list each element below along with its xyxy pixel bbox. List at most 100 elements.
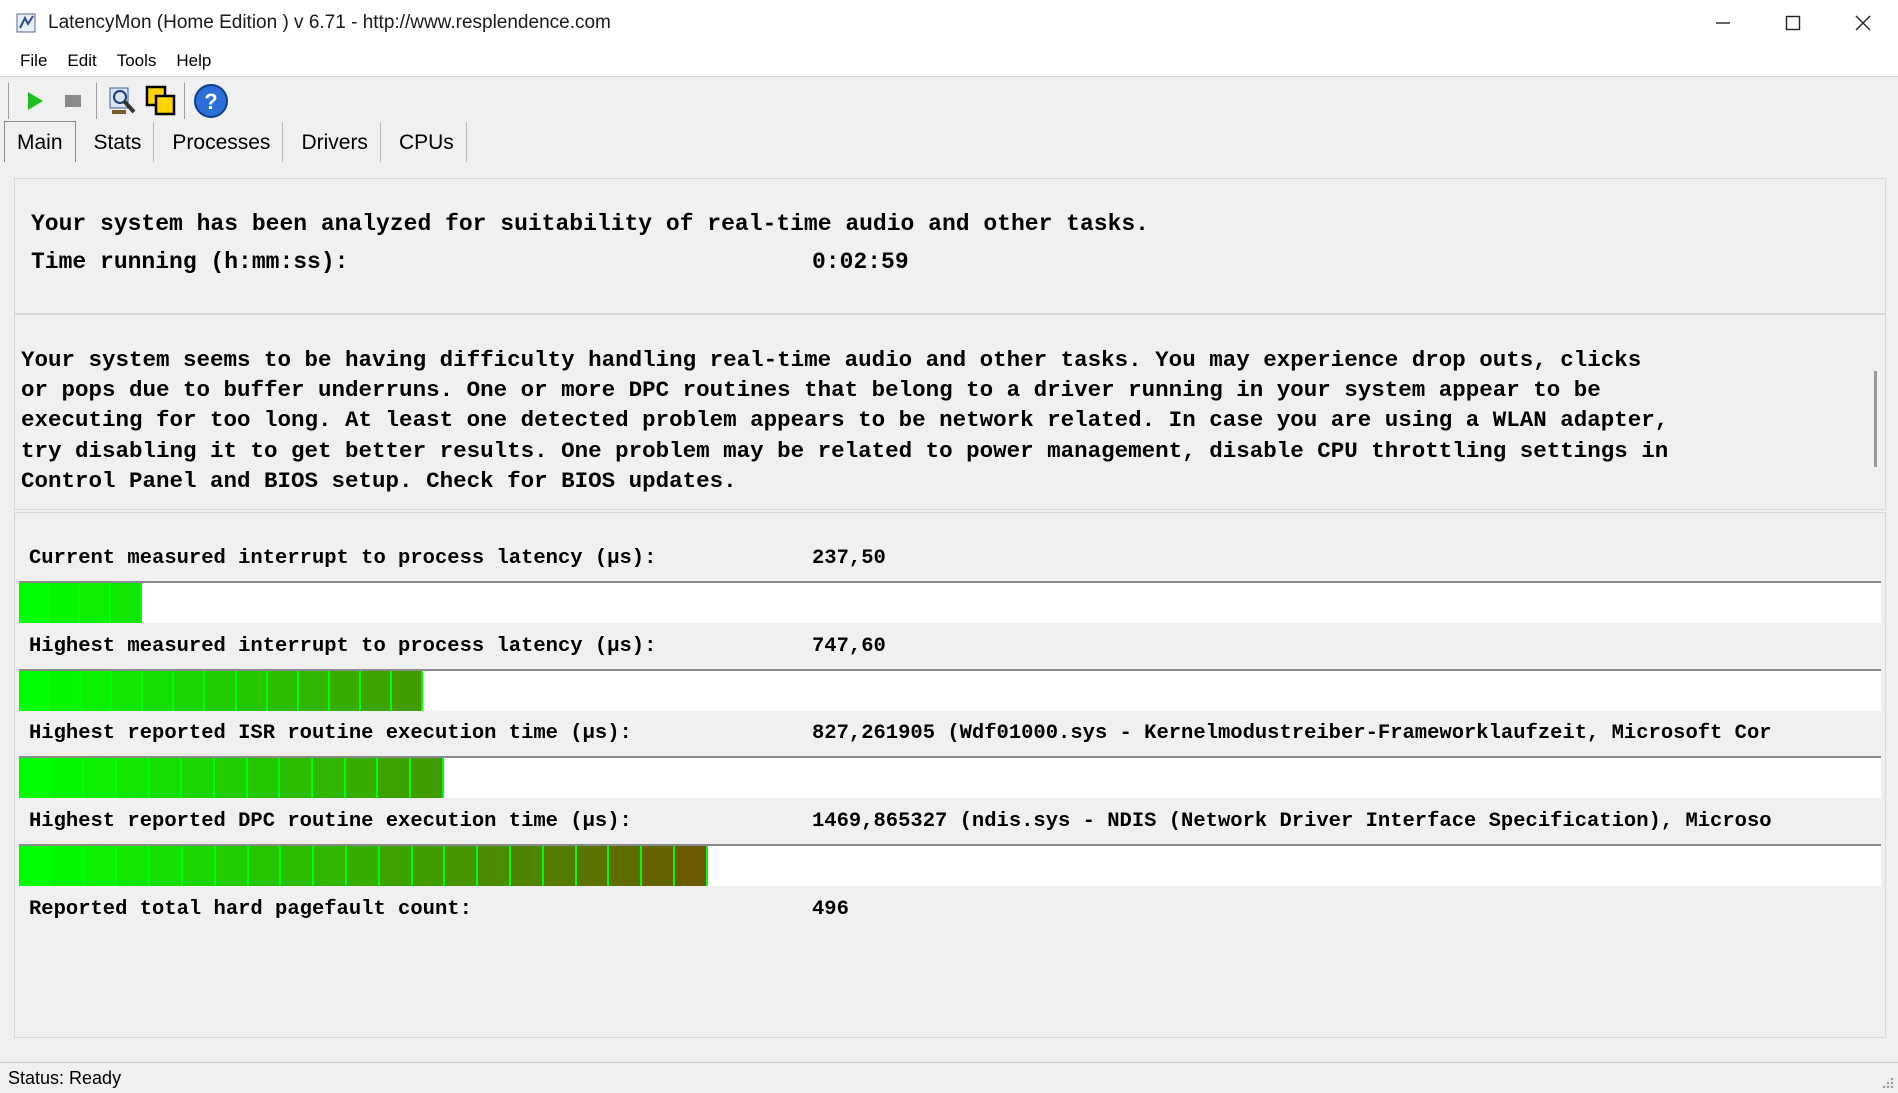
toolbar: ? bbox=[0, 78, 230, 124]
bar-fill bbox=[19, 583, 142, 623]
bar-segment bbox=[143, 671, 175, 711]
bar-segment bbox=[345, 758, 379, 798]
toolbar-separator bbox=[8, 83, 12, 119]
isr-time-label: Highest reported ISR routine execution t… bbox=[29, 722, 632, 745]
minimize-button[interactable] bbox=[1688, 0, 1758, 46]
bar-segment bbox=[312, 758, 346, 798]
resize-grip-icon[interactable] bbox=[1880, 1075, 1894, 1089]
highest-latency-value: 747,60 bbox=[812, 635, 886, 658]
app-icon bbox=[16, 12, 38, 34]
dpc-time-label: Highest reported DPC routine execution t… bbox=[29, 810, 632, 833]
bar-segment bbox=[445, 846, 479, 886]
play-icon bbox=[28, 92, 43, 110]
bar-segment bbox=[111, 583, 142, 623]
bar-segment bbox=[379, 846, 413, 886]
bar-segment bbox=[378, 758, 411, 798]
bar-segment bbox=[205, 671, 237, 711]
bar-segment bbox=[412, 846, 446, 886]
isr-time-bar bbox=[19, 756, 1881, 798]
warning-scrollbar[interactable] bbox=[1874, 371, 1877, 467]
stop-icon bbox=[65, 95, 81, 107]
tab-main[interactable]: Main bbox=[4, 121, 76, 162]
bar-segment bbox=[182, 846, 216, 886]
bar-segment bbox=[267, 671, 299, 711]
close-button[interactable] bbox=[1828, 0, 1898, 46]
pagefault-label: Reported total hard pagefault count: bbox=[29, 898, 472, 921]
status-text: Status: Ready bbox=[8, 1067, 122, 1088]
current-latency-label: Current measured interrupt to process la… bbox=[29, 547, 657, 570]
bar-segment bbox=[19, 583, 50, 623]
bar-segment bbox=[410, 758, 444, 798]
bar-segment bbox=[642, 846, 675, 886]
maximize-icon bbox=[1785, 15, 1801, 31]
bar-segment bbox=[80, 583, 112, 623]
metrics-panel: Current measured interrupt to process la… bbox=[14, 512, 1886, 1038]
summary-panel: Your system has been analyzed for suitab… bbox=[14, 178, 1886, 314]
bar-segment bbox=[112, 671, 144, 711]
maximize-button[interactable] bbox=[1758, 0, 1828, 46]
bar-segment bbox=[50, 671, 82, 711]
tab-processes[interactable]: Processes bbox=[160, 122, 284, 162]
bar-segment bbox=[674, 846, 708, 886]
bar-segment bbox=[280, 758, 313, 798]
bar-segment bbox=[19, 846, 52, 886]
bar-segment bbox=[214, 758, 248, 798]
tab-drivers[interactable]: Drivers bbox=[289, 122, 381, 162]
menu-edit[interactable]: Edit bbox=[67, 49, 96, 73]
windows-icon bbox=[145, 85, 176, 116]
bar-segment bbox=[609, 846, 643, 886]
bar-segment bbox=[236, 671, 268, 711]
windows-button[interactable] bbox=[142, 81, 180, 121]
menu-help[interactable]: Help bbox=[176, 49, 211, 73]
svg-text:?: ? bbox=[204, 89, 217, 114]
bar-segment bbox=[247, 758, 281, 798]
bar-fill bbox=[19, 758, 444, 798]
isr-time-value: 827,261905 (Wdf01000.sys - Kernelmodustr… bbox=[812, 722, 1772, 745]
tab-strip: Main Stats Processes Drivers CPUs bbox=[4, 121, 473, 162]
analyze-button[interactable] bbox=[104, 81, 142, 121]
tab-cpus[interactable]: CPUs bbox=[387, 122, 467, 162]
menu-tools[interactable]: Tools bbox=[117, 49, 157, 73]
bar-segment bbox=[248, 846, 282, 886]
time-running-label: Time running (h:mm:ss): bbox=[31, 249, 349, 275]
highest-latency-label: Highest measured interrupt to process la… bbox=[29, 635, 657, 658]
tab-stats[interactable]: Stats bbox=[82, 122, 155, 162]
highest-latency-bar bbox=[19, 669, 1881, 711]
menu-file[interactable]: File bbox=[20, 49, 47, 73]
bar-segment bbox=[360, 671, 392, 711]
bar-segment bbox=[346, 846, 380, 886]
bar-segment bbox=[510, 846, 544, 886]
bar-segment bbox=[576, 846, 610, 886]
stop-button[interactable] bbox=[54, 81, 92, 121]
dpc-time-bar bbox=[19, 844, 1881, 886]
current-latency-value: 237,50 bbox=[812, 547, 886, 570]
toolbar-separator bbox=[96, 83, 100, 119]
bar-segment bbox=[478, 846, 511, 886]
current-latency-bar bbox=[19, 581, 1881, 623]
bar-segment bbox=[215, 846, 249, 886]
bar-segment bbox=[81, 671, 113, 711]
menu-bar: File Edit Tools Help bbox=[0, 46, 1898, 77]
warning-message: Your system seems to be having difficult… bbox=[21, 347, 1669, 494]
dpc-time-value: 1469,865327 (ndis.sys - NDIS (Network Dr… bbox=[812, 810, 1772, 833]
bar-segment bbox=[329, 671, 361, 711]
status-bar: Status: Ready bbox=[0, 1062, 1898, 1093]
bar-segment bbox=[51, 846, 85, 886]
summary-message: Your system has been analyzed for suitab… bbox=[31, 211, 1149, 237]
bar-segment bbox=[391, 671, 424, 711]
pagefault-value: 496 bbox=[812, 898, 849, 921]
bar-segment bbox=[543, 846, 577, 886]
close-icon bbox=[1855, 15, 1871, 31]
bar-segment bbox=[150, 846, 183, 886]
start-button[interactable] bbox=[16, 81, 54, 121]
bar-segment bbox=[49, 583, 81, 623]
minimize-icon bbox=[1716, 22, 1730, 24]
bar-segment bbox=[19, 671, 51, 711]
bar-segment bbox=[281, 846, 315, 886]
analyze-icon bbox=[109, 87, 136, 114]
bar-fill bbox=[19, 846, 708, 886]
help-icon: ? bbox=[194, 84, 228, 118]
title-bar: LatencyMon (Home Edition ) v 6.71 - http… bbox=[0, 0, 1898, 46]
help-button[interactable]: ? bbox=[192, 81, 230, 121]
bar-segment bbox=[84, 758, 117, 798]
